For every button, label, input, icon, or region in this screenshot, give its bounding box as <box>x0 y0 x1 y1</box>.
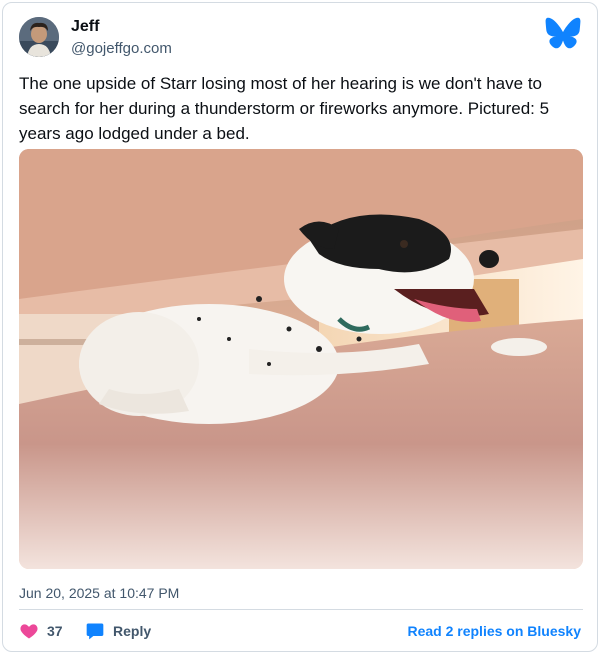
heart-icon <box>20 624 38 639</box>
like-button[interactable]: 37 <box>19 619 63 643</box>
author-handle[interactable]: @gojeffgo.com <box>71 40 172 57</box>
author-name[interactable]: Jeff <box>71 18 99 36</box>
read-replies-link[interactable]: Read 2 replies on Bluesky <box>407 623 581 639</box>
avatar[interactable] <box>19 17 59 57</box>
reply-label: Reply <box>113 623 152 639</box>
post-timestamp[interactable]: Jun 20, 2025 at 10:47 PM <box>19 585 179 601</box>
post-text: The one upside of Starr losing most of h… <box>19 74 550 143</box>
bluesky-butterfly-icon[interactable] <box>545 17 581 49</box>
avatar-image <box>19 17 59 57</box>
speech-bubble-icon <box>86 623 104 640</box>
bluesky-post-embed: Jeff @gojeffgo.com The one upside of Sta… <box>2 2 598 652</box>
like-count: 37 <box>47 623 63 639</box>
dog-under-bed-photo <box>19 149 583 569</box>
reply-button[interactable]: Reply <box>85 619 151 643</box>
divider <box>19 609 583 610</box>
post-image[interactable] <box>19 149 583 569</box>
